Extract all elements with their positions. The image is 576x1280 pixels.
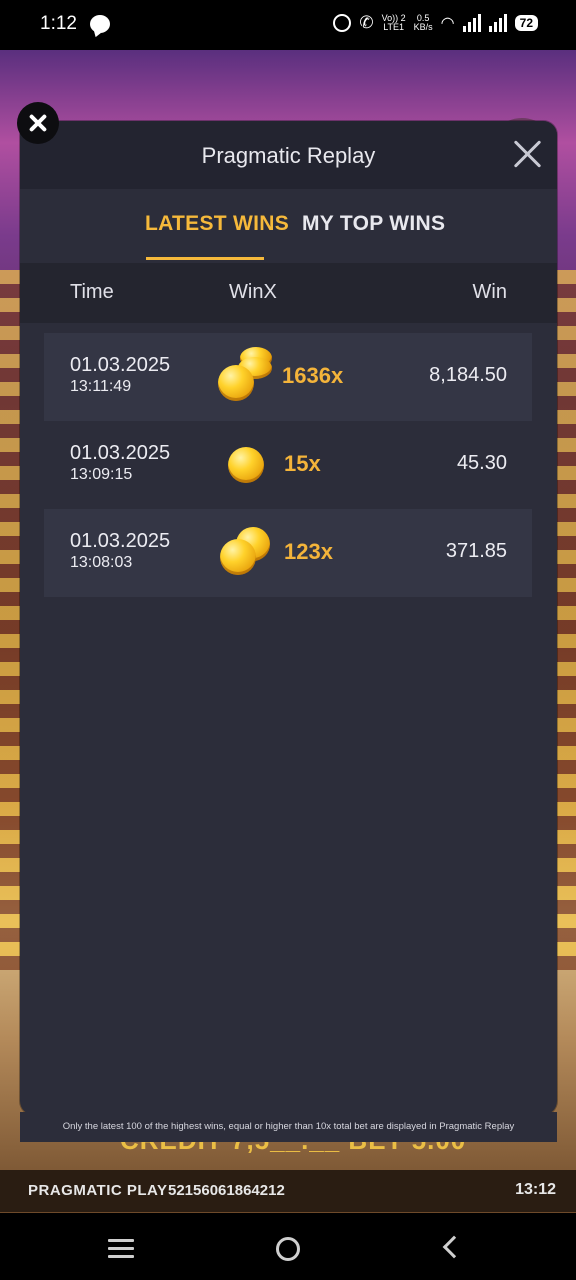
row-win: 45.30 <box>456 452 507 474</box>
chat-bubble-icon <box>90 15 110 33</box>
alarm-icon <box>333 14 352 32</box>
volte-indicator: Vo)) 2 LTE1 <box>382 14 406 32</box>
row-time: 13:11:49 <box>70 378 132 395</box>
game-clock: 13:12 <box>515 1181 556 1198</box>
row-date: 01.03.2025 <box>70 354 171 376</box>
wifi-icon: ◠ <box>440 15 455 32</box>
back-icon[interactable] <box>442 1235 466 1259</box>
active-tab-indicator <box>146 257 264 260</box>
row-date: 01.03.2025 <box>70 530 171 552</box>
modal-title: Pragmatic Replay <box>201 143 376 168</box>
tab-bar: LATEST WINS MY TOP WINS <box>20 189 557 263</box>
close-button[interactable] <box>17 102 59 144</box>
replay-modal: Pragmatic Replay LATEST WINS MY TOP WINS… <box>20 121 557 1115</box>
tab-my-top-wins[interactable]: MY TOP WINS <box>302 212 445 236</box>
volte-line2: LTE1 <box>383 22 405 32</box>
tab-latest-wins[interactable]: LATEST WINS <box>145 212 289 236</box>
network-speed: 0.5 KB/s <box>414 14 433 32</box>
row-win: 371.85 <box>445 540 507 562</box>
navigation-bar <box>0 1213 576 1280</box>
status-bar: 1:12 ✆ Vo)) 2 LTE1 0.5 KB/s ◠ 72 <box>0 0 576 50</box>
row-time: 13:09:15 <box>70 466 133 483</box>
row-multiplier: 1636x <box>282 363 344 388</box>
table-header: Time WinX Win <box>20 263 557 323</box>
row-multiplier: 15x <box>284 451 321 476</box>
row-multiplier: 123x <box>284 539 333 564</box>
signal-icon <box>462 14 481 32</box>
signal-icon-2 <box>488 14 507 32</box>
row-time: 13:08:03 <box>70 554 133 571</box>
wifi-calling-icon: ✆ <box>359 13 374 32</box>
table-row[interactable]: 01.03.2025 13:09:15 15x 45.30 <box>44 421 532 509</box>
row-date: 01.03.2025 <box>70 442 171 464</box>
modal-header: Pragmatic Replay <box>20 121 557 189</box>
table-row[interactable]: 01.03.2025 13:08:03 123x 371.85 <box>44 509 532 597</box>
close-icon[interactable] <box>513 139 543 169</box>
disclaimer-text: Only the latest 100 of the highest wins,… <box>20 1112 557 1142</box>
network-speed-unit: KB/s <box>413 22 433 32</box>
round-id: 52156061864212 <box>168 1182 285 1199</box>
brand-label: PRAGMATIC PLAY <box>28 1182 168 1199</box>
column-header-winx: WinX <box>229 281 277 303</box>
status-icons: ✆ Vo)) 2 LTE1 0.5 KB/s ◠ 72 <box>333 13 538 33</box>
battery-icon: 72 <box>514 15 538 31</box>
column-header-win: Win <box>472 281 507 303</box>
home-icon[interactable] <box>276 1237 300 1261</box>
table-row[interactable]: 01.03.2025 13:11:49 1636x 8,184.50 <box>44 333 532 421</box>
status-time: 1:12 <box>40 13 77 34</box>
recent-apps-icon[interactable] <box>108 1239 134 1258</box>
column-header-time: Time <box>70 281 114 303</box>
row-win: 8,184.50 <box>429 364 507 386</box>
